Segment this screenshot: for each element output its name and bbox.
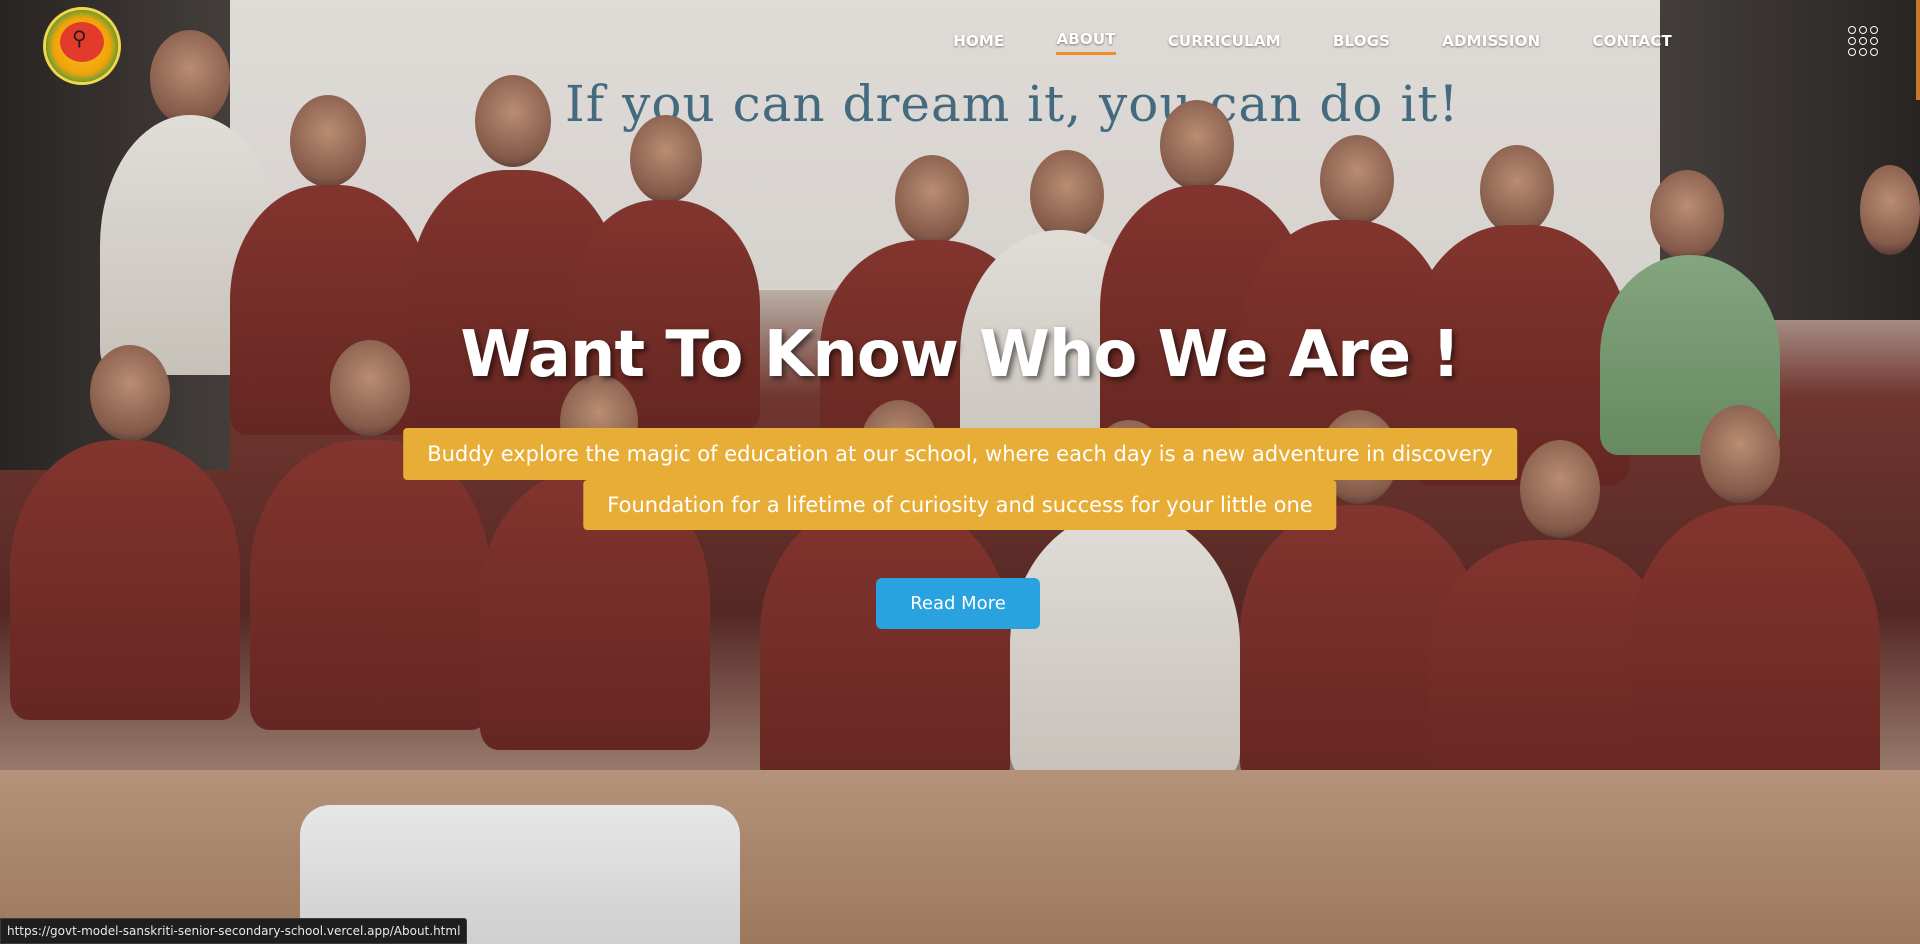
- nav-blogs[interactable]: BLOGS: [1333, 32, 1390, 54]
- main-nav: HOME ABOUT CURRICULAM BLOGS ADMISSION CO…: [901, 30, 1672, 55]
- school-logo-icon[interactable]: ⚲: [46, 10, 118, 82]
- tagline-line-1: Buddy explore the magic of education at …: [403, 428, 1517, 480]
- nav-curriculam[interactable]: CURRICULAM: [1168, 32, 1281, 54]
- nav-about[interactable]: ABOUT: [1056, 30, 1116, 55]
- hero-title: Want To Know Who We Are !: [460, 318, 1460, 392]
- nav-contact[interactable]: CONTACT: [1592, 32, 1672, 54]
- hero-section: If you can dream it, you can do it! ⚲ HO…: [0, 0, 1920, 944]
- nav-admission[interactable]: ADMISSION: [1442, 32, 1540, 54]
- grid-dots-icon[interactable]: [1848, 26, 1878, 56]
- read-more-button[interactable]: Read More: [876, 578, 1040, 629]
- status-bar-url: https://govt-model-sanskriti-senior-seco…: [0, 918, 468, 944]
- scrollbar[interactable]: [1916, 0, 1920, 100]
- tagline-line-2: Foundation for a lifetime of curiosity a…: [583, 480, 1337, 530]
- nav-home[interactable]: HOME: [953, 32, 1004, 54]
